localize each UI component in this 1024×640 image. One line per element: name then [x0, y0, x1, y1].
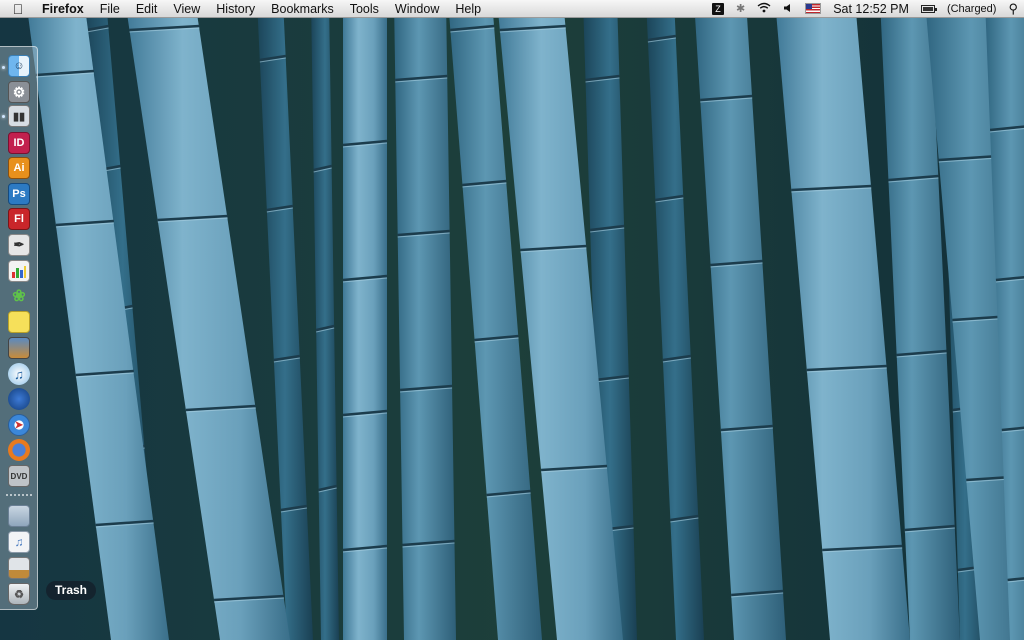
- menu-help[interactable]: Help: [447, 0, 489, 18]
- illustrator-icon[interactable]: Ai: [8, 157, 30, 179]
- dock-separator: [6, 494, 32, 496]
- stickies-icon[interactable]: [8, 311, 30, 333]
- bluetooth-icon[interactable]: ✱: [736, 2, 745, 15]
- menu-window[interactable]: Window: [387, 0, 447, 18]
- system-preferences-icon[interactable]: ⚙: [8, 81, 30, 103]
- downloads-stack-icon[interactable]: [8, 557, 30, 579]
- flash-icon[interactable]: Fl: [8, 208, 30, 230]
- running-indicator: [2, 66, 5, 69]
- menu-bar:  Firefox File Edit View History Bookmar…: [0, 0, 1024, 18]
- spotlight-search-icon[interactable]: ⚲: [1008, 1, 1018, 17]
- battery-icon[interactable]: [920, 4, 937, 13]
- photoshop-icon[interactable]: Ps: [8, 183, 30, 205]
- menu-clock[interactable]: Sat 12:52 PM: [833, 2, 909, 16]
- dvd-player-icon[interactable]: DVD: [8, 465, 30, 487]
- applications-folder-icon[interactable]: [8, 505, 30, 527]
- menu-edit[interactable]: Edit: [128, 0, 166, 18]
- dock: ☺ ⚙ ▮▮ ID Ai Ps Fl ✒ ❀ ♫ ➤ DVD ♫ ♻: [0, 46, 38, 610]
- running-indicator: [2, 115, 5, 118]
- bamboo-stalk: [343, 0, 387, 640]
- wifi-icon[interactable]: [757, 2, 771, 16]
- charts-icon[interactable]: [8, 260, 30, 282]
- ical-icon[interactable]: [8, 388, 30, 410]
- input-menu-flag-icon[interactable]: [805, 3, 822, 14]
- trash-tooltip: Trash: [46, 581, 97, 600]
- volume-icon[interactable]: [783, 2, 793, 16]
- finder-icon[interactable]: ☺: [8, 55, 30, 77]
- cyberduck-icon[interactable]: ❀: [8, 285, 30, 307]
- desktop-wallpaper: [0, 0, 1024, 640]
- preview-icon[interactable]: ▮▮: [8, 105, 30, 127]
- documents-stack-icon[interactable]: ♫: [8, 531, 30, 553]
- trash-icon[interactable]: ♻: [8, 583, 30, 605]
- menu-bookmarks[interactable]: Bookmarks: [263, 0, 342, 18]
- menu-file[interactable]: File: [92, 0, 128, 18]
- iphoto-icon[interactable]: [8, 337, 30, 359]
- menu-history[interactable]: History: [208, 0, 263, 18]
- firefox-icon[interactable]: [8, 439, 30, 461]
- menu-extras: Z ✱ Sat 12:52 PM (Charged) ⚲: [706, 0, 1024, 18]
- menu-app-name[interactable]: Firefox: [36, 0, 92, 18]
- indesign-icon[interactable]: ID: [8, 132, 30, 154]
- menu-view[interactable]: View: [165, 0, 208, 18]
- pen-tool-icon[interactable]: ✒: [8, 234, 30, 256]
- apple-menu-icon[interactable]: : [0, 1, 36, 17]
- time-machine-icon[interactable]: Z: [711, 2, 724, 15]
- menu-tools[interactable]: Tools: [342, 0, 387, 18]
- battery-status[interactable]: (Charged): [947, 3, 997, 15]
- safari-icon[interactable]: ➤: [8, 414, 30, 436]
- itunes-icon[interactable]: ♫: [8, 363, 30, 385]
